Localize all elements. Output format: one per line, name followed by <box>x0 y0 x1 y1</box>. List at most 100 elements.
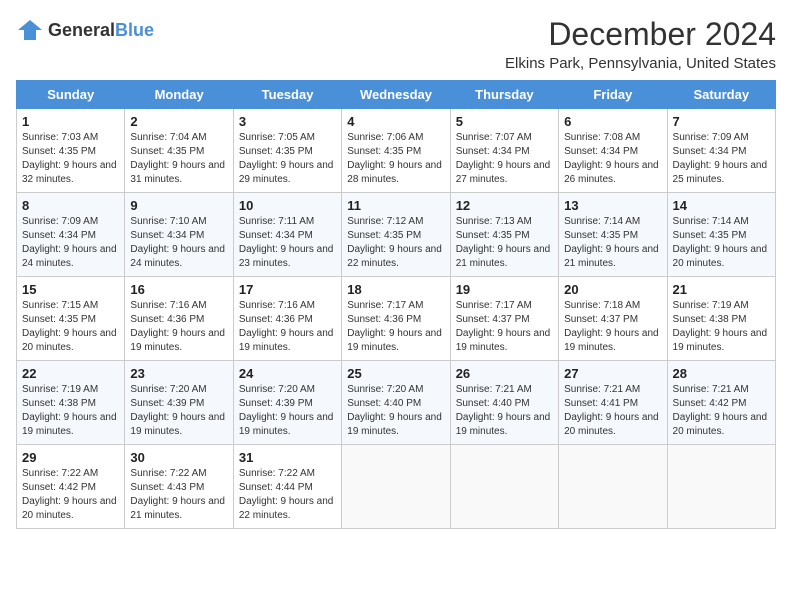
day-number: 24 <box>239 366 336 381</box>
day-cell: 11Sunrise: 7:12 AMSunset: 4:35 PMDayligh… <box>342 193 450 277</box>
day-number: 25 <box>347 366 444 381</box>
day-info: Sunrise: 7:06 AMSunset: 4:35 PMDaylight:… <box>347 131 444 187</box>
day-info: Sunrise: 7:21 AMSunset: 4:40 PMDaylight:… <box>456 383 553 439</box>
day-cell: 26 Sunrise: 7:21 AMSunset: 4:40 PMDayligh… <box>450 361 558 445</box>
logo-text-general: General <box>48 21 115 39</box>
day-number: 18 <box>347 282 444 297</box>
day-cell: 25 Sunrise: 7:20 AMSunset: 4:40 PMDayligh… <box>342 361 450 445</box>
day-cell: 22 Sunrise: 7:19 AMSunset: 4:38 PMDayligh… <box>17 361 125 445</box>
weekday-header-row: SundayMondayTuesdayWednesdayThursdayFrid… <box>17 81 776 109</box>
day-number: 19 <box>456 282 553 297</box>
day-number: 14 <box>673 198 770 213</box>
day-cell <box>342 445 450 529</box>
day-info: Sunrise: 7:05 AMSunset: 4:35 PMDaylight:… <box>239 131 336 187</box>
day-cell: 3 Sunrise: 7:05 AMSunset: 4:35 PMDaylight… <box>233 109 341 193</box>
day-number: 31 <box>239 450 336 465</box>
day-cell: 7Sunrise: 7:09 AMSunset: 4:34 PMDaylight… <box>667 109 775 193</box>
week-row-2: 8 Sunrise: 7:09 AMSunset: 4:34 PMDaylight… <box>17 193 776 277</box>
day-info: Sunrise: 7:20 AMSunset: 4:39 PMDaylight:… <box>239 383 336 439</box>
day-info: Sunrise: 7:15 AMSunset: 4:35 PMDaylight:… <box>22 299 119 355</box>
logo: General Blue <box>16 16 154 44</box>
day-info: Sunrise: 7:22 AMSunset: 4:43 PMDaylight:… <box>130 467 227 523</box>
day-cell <box>667 445 775 529</box>
day-number: 5 <box>456 114 553 129</box>
weekday-header-wednesday: Wednesday <box>342 81 450 109</box>
day-cell: 18 Sunrise: 7:17 AMSunset: 4:36 PMDayligh… <box>342 277 450 361</box>
day-number: 8 <box>22 198 119 213</box>
day-number: 22 <box>22 366 119 381</box>
day-cell: 16 Sunrise: 7:16 AMSunset: 4:36 PMDayligh… <box>125 277 233 361</box>
day-number: 1 <box>22 114 119 129</box>
day-number: 29 <box>22 450 119 465</box>
day-cell: 4 Sunrise: 7:06 AMSunset: 4:35 PMDaylight… <box>342 109 450 193</box>
day-number: 6 <box>564 114 661 129</box>
day-info: Sunrise: 7:21 AMSunset: 4:41 PMDaylight:… <box>564 383 661 439</box>
day-number: 9 <box>130 198 227 213</box>
day-info: Sunrise: 7:10 AMSunset: 4:34 PMDaylight:… <box>130 215 227 271</box>
day-info: Sunrise: 7:14 AMSunset: 4:35 PMDaylight:… <box>673 215 770 271</box>
day-cell: 30 Sunrise: 7:22 AMSunset: 4:43 PMDayligh… <box>125 445 233 529</box>
day-info: Sunrise: 7:13 AMSunset: 4:35 PMDaylight:… <box>456 215 553 271</box>
day-cell: 9 Sunrise: 7:10 AMSunset: 4:34 PMDaylight… <box>125 193 233 277</box>
day-cell: 21 Sunrise: 7:19 AMSunset: 4:38 PMDayligh… <box>667 277 775 361</box>
day-info: Sunrise: 7:03 AMSunset: 4:35 PMDaylight:… <box>22 131 119 187</box>
day-info: Sunrise: 7:20 AMSunset: 4:39 PMDaylight:… <box>130 383 227 439</box>
day-cell: 8 Sunrise: 7:09 AMSunset: 4:34 PMDaylight… <box>17 193 125 277</box>
day-info: Sunrise: 7:22 AMSunset: 4:42 PMDaylight:… <box>22 467 119 523</box>
day-info: Sunrise: 7:08 AMSunset: 4:34 PMDaylight:… <box>564 131 661 187</box>
day-info: Sunrise: 7:14 AMSunset: 4:35 PMDaylight:… <box>564 215 661 271</box>
day-cell: 14 Sunrise: 7:14 AMSunset: 4:35 PMDayligh… <box>667 193 775 277</box>
day-cell: 1 Sunrise: 7:03 AMSunset: 4:35 PMDaylight… <box>17 109 125 193</box>
day-cell: 6 Sunrise: 7:08 AMSunset: 4:34 PMDaylight… <box>559 109 667 193</box>
day-number: 10 <box>239 198 336 213</box>
day-info: Sunrise: 7:19 AMSunset: 4:38 PMDaylight:… <box>673 299 770 355</box>
day-cell: 15Sunrise: 7:15 AMSunset: 4:35 PMDayligh… <box>17 277 125 361</box>
logo-text-blue: Blue <box>115 21 154 39</box>
day-cell: 23 Sunrise: 7:20 AMSunset: 4:39 PMDayligh… <box>125 361 233 445</box>
day-number: 17 <box>239 282 336 297</box>
day-cell: 17 Sunrise: 7:16 AMSunset: 4:36 PMDayligh… <box>233 277 341 361</box>
weekday-header-thursday: Thursday <box>450 81 558 109</box>
day-number: 2 <box>130 114 227 129</box>
day-info: Sunrise: 7:21 AMSunset: 4:42 PMDaylight:… <box>673 383 770 439</box>
logo-icon <box>16 16 44 44</box>
weekday-header-friday: Friday <box>559 81 667 109</box>
day-cell <box>559 445 667 529</box>
day-cell: 31 Sunrise: 7:22 AMSunset: 4:44 PMDayligh… <box>233 445 341 529</box>
day-cell: 5 Sunrise: 7:07 AMSunset: 4:34 PMDaylight… <box>450 109 558 193</box>
weekday-header-tuesday: Tuesday <box>233 81 341 109</box>
day-cell: 28 Sunrise: 7:21 AMSunset: 4:42 PMDayligh… <box>667 361 775 445</box>
day-info: Sunrise: 7:20 AMSunset: 4:40 PMDaylight:… <box>347 383 444 439</box>
day-number: 4 <box>347 114 444 129</box>
day-number: 27 <box>564 366 661 381</box>
day-number: 26 <box>456 366 553 381</box>
day-cell: 10Sunrise: 7:11 AMSunset: 4:34 PMDayligh… <box>233 193 341 277</box>
day-info: Sunrise: 7:19 AMSunset: 4:38 PMDaylight:… <box>22 383 119 439</box>
day-info: Sunrise: 7:18 AMSunset: 4:37 PMDaylight:… <box>564 299 661 355</box>
day-cell: 2Sunrise: 7:04 AMSunset: 4:35 PMDaylight… <box>125 109 233 193</box>
day-cell: 29 Sunrise: 7:22 AMSunset: 4:42 PMDayligh… <box>17 445 125 529</box>
week-row-1: 1 Sunrise: 7:03 AMSunset: 4:35 PMDaylight… <box>17 109 776 193</box>
day-number: 3 <box>239 114 336 129</box>
week-row-5: 29 Sunrise: 7:22 AMSunset: 4:42 PMDayligh… <box>17 445 776 529</box>
day-number: 21 <box>673 282 770 297</box>
day-info: Sunrise: 7:07 AMSunset: 4:34 PMDaylight:… <box>456 131 553 187</box>
day-number: 12 <box>456 198 553 213</box>
day-cell: 13Sunrise: 7:14 AMSunset: 4:35 PMDayligh… <box>559 193 667 277</box>
week-row-3: 15Sunrise: 7:15 AMSunset: 4:35 PMDayligh… <box>17 277 776 361</box>
day-info: Sunrise: 7:17 AMSunset: 4:36 PMDaylight:… <box>347 299 444 355</box>
day-cell: 19Sunrise: 7:17 AMSunset: 4:37 PMDayligh… <box>450 277 558 361</box>
day-number: 20 <box>564 282 661 297</box>
day-number: 28 <box>673 366 770 381</box>
day-info: Sunrise: 7:09 AMSunset: 4:34 PMDaylight:… <box>22 215 119 271</box>
title-area: December 2024 Elkins Park, Pennsylvania,… <box>505 16 776 72</box>
month-title: December 2024 <box>505 16 776 53</box>
day-number: 30 <box>130 450 227 465</box>
day-cell: 20 Sunrise: 7:18 AMSunset: 4:37 PMDayligh… <box>559 277 667 361</box>
weekday-header-sunday: Sunday <box>17 81 125 109</box>
day-info: Sunrise: 7:16 AMSunset: 4:36 PMDaylight:… <box>130 299 227 355</box>
day-number: 16 <box>130 282 227 297</box>
day-number: 23 <box>130 366 227 381</box>
day-info: Sunrise: 7:16 AMSunset: 4:36 PMDaylight:… <box>239 299 336 355</box>
day-info: Sunrise: 7:22 AMSunset: 4:44 PMDaylight:… <box>239 467 336 523</box>
